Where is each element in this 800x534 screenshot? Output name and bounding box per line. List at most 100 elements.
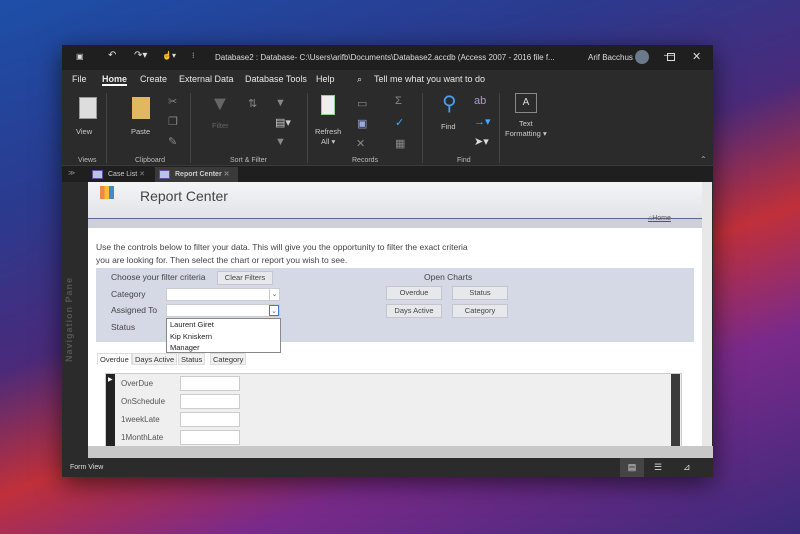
tab-days-active[interactable]: Days Active [132,353,178,365]
home-label: Home [652,215,671,222]
layout-view-icon[interactable]: ☰ [654,462,662,473]
form-view-icon[interactable]: ▤ [620,458,644,477]
save-icon[interactable]: ▣ [76,52,84,61]
touch-mode-icon[interactable]: ☝▾ [162,51,176,60]
close-tab-icon[interactable]: ✕ [224,171,230,178]
subform-scrollbar[interactable] [671,374,680,446]
intro-text-1: Use the controls below to filter your da… [96,242,468,252]
days-active-chart-button[interactable]: Days Active [386,304,442,318]
doc-tab-label: Report Center [175,171,222,178]
overdue-chart-button[interactable]: Overdue [386,286,442,300]
formatting-label: Formatting [505,129,541,138]
tab-create[interactable]: Create [140,74,167,84]
group-records: Records [352,157,379,164]
doc-tab-case-list[interactable]: Case List ✕ [88,167,155,182]
design-view-icon[interactable]: ⊿ [683,462,691,473]
copy-icon[interactable]: ❐ [168,115,178,128]
home-link[interactable]: ⌂Home [648,215,671,222]
new-record-icon[interactable]: ▭ [357,97,367,110]
tab-category[interactable]: Category [210,353,247,365]
find-button[interactable]: Find [441,122,456,131]
tab-overdue[interactable]: Overdue [97,353,132,365]
user-name[interactable]: Arif Bacchus [588,53,633,62]
undo-icon[interactable]: ↶ [108,50,116,61]
current-record-icon: ▶ [108,377,113,383]
field-label: 1weekLate [121,415,160,424]
view-icon [79,97,97,119]
cut-icon[interactable]: ✂ [168,95,177,108]
tab-database-tools[interactable]: Database Tools [245,74,307,84]
window-title: Database2 : Database- C:\Users\arifb\Doc… [215,53,555,62]
more-icon[interactable]: ▦ [395,137,405,150]
navigation-pane-label: Navigation Pane [64,276,74,362]
form-scrollbar[interactable] [702,182,712,446]
redo-icon[interactable]: ↷▾ [134,50,147,61]
1weeklate-field[interactable] [180,412,240,427]
spelling-icon[interactable]: ✓ [395,116,404,129]
dropdown-option[interactable]: Kip Kniskern [167,331,280,343]
refresh-label: Refresh [315,127,342,136]
category-chart-button[interactable]: Category [452,304,508,318]
status-chart-button[interactable]: Status [452,286,508,300]
collapse-ribbon-icon[interactable]: ⌃ [700,155,707,164]
totals-icon[interactable]: Σ [395,95,402,107]
chevron-down-icon[interactable]: ⌄ [269,305,279,316]
paste-button[interactable]: Paste [131,127,150,136]
sort-ascending-icon[interactable]: ⇅ [248,97,257,110]
format-painter-icon[interactable]: ✎ [168,135,177,148]
close-tab-icon[interactable]: ✕ [139,171,145,178]
goto-icon[interactable]: →▾ [474,115,491,128]
avatar[interactable] [635,50,649,64]
clear-filters-button[interactable]: Clear Filters [217,271,273,285]
1monthlate-field[interactable] [180,430,240,445]
ribbon-tabs: File Home Create External Data Database … [62,70,713,89]
tab-home[interactable]: Home [102,74,128,86]
select-icon[interactable]: ➤▾ [474,135,489,148]
onschedule-field[interactable] [180,394,240,409]
doc-tab-report-center[interactable]: Report Center ✕ [155,167,238,182]
replace-icon[interactable]: ab [474,95,486,107]
refresh-all-button[interactable]: Refresh All ▾ [315,127,341,147]
customize-qat-icon[interactable]: ⁝ [192,51,195,60]
status-label: Status [111,322,136,332]
tab-status[interactable]: Status [178,353,206,365]
report-center-form: Report Center ⌂Home Use the controls bel… [88,182,702,446]
text-formatting-button[interactable]: Text Formatting ▾ [505,119,547,139]
search-icon: ⌕ [357,74,363,84]
filter-button[interactable]: Filter [212,121,229,130]
navigation-pane[interactable]: Navigation Pane [62,182,88,458]
intro-text-2: you are looking for. Then select the cha… [96,255,348,265]
overdue-subform: ▶ OverDue OnSchedule 1weekLate 1MonthLat… [105,373,682,446]
category-label: Category [111,289,146,299]
overdue-field[interactable] [180,376,240,391]
tell-me-input[interactable]: Tell me what you want to do [374,74,485,84]
close-icon[interactable]: ✕ [692,50,701,63]
view-button[interactable]: View [76,127,92,136]
ribbon: View Paste ✂ ❐ ✎ ▼ Filter ⇅ ▼ ▤▾ ▼ Refre… [62,89,713,166]
save-record-icon[interactable]: ▣ [357,117,367,130]
dropdown-option[interactable]: Manager [167,342,280,354]
assigned-to-combo[interactable]: ⌄ [166,304,280,317]
nav-pane-toggle-icon[interactable]: ≫ [68,169,75,177]
maximize-icon[interactable] [667,53,675,61]
toggle-filter-icon[interactable]: ▼ [275,136,286,148]
header-line [88,218,702,228]
field-label: 1MonthLate [121,433,164,442]
tab-help[interactable]: Help [316,74,335,84]
record-selector[interactable]: ▶ [106,374,115,446]
advanced-filter-icon[interactable]: ▤▾ [275,116,291,129]
tab-file[interactable]: File [72,74,87,84]
chevron-down-icon[interactable]: ⌄ [269,289,279,300]
group-sort-filter: Sort & Filter [230,157,267,164]
dropdown-option[interactable]: Laurent Giret [167,319,280,331]
filter-icon[interactable]: ▼ [210,93,230,116]
category-combo[interactable]: ⌄ [166,288,280,301]
delete-icon[interactable]: ✕ [356,137,365,150]
text-formatting-icon: A [515,93,537,113]
status-bar: Form View ▤ ☰ ⊿ [62,458,713,477]
group-views: Views [78,157,97,164]
tab-external-data[interactable]: External Data [179,74,234,84]
access-window: ▣ ↶ ↷▾ ☝▾ ⁝ Database2 : Database- C:\Use… [62,45,713,477]
selection-icon[interactable]: ▼ [275,97,286,109]
title-bar: ▣ ↶ ↷▾ ☝▾ ⁝ Database2 : Database- C:\Use… [62,45,713,70]
